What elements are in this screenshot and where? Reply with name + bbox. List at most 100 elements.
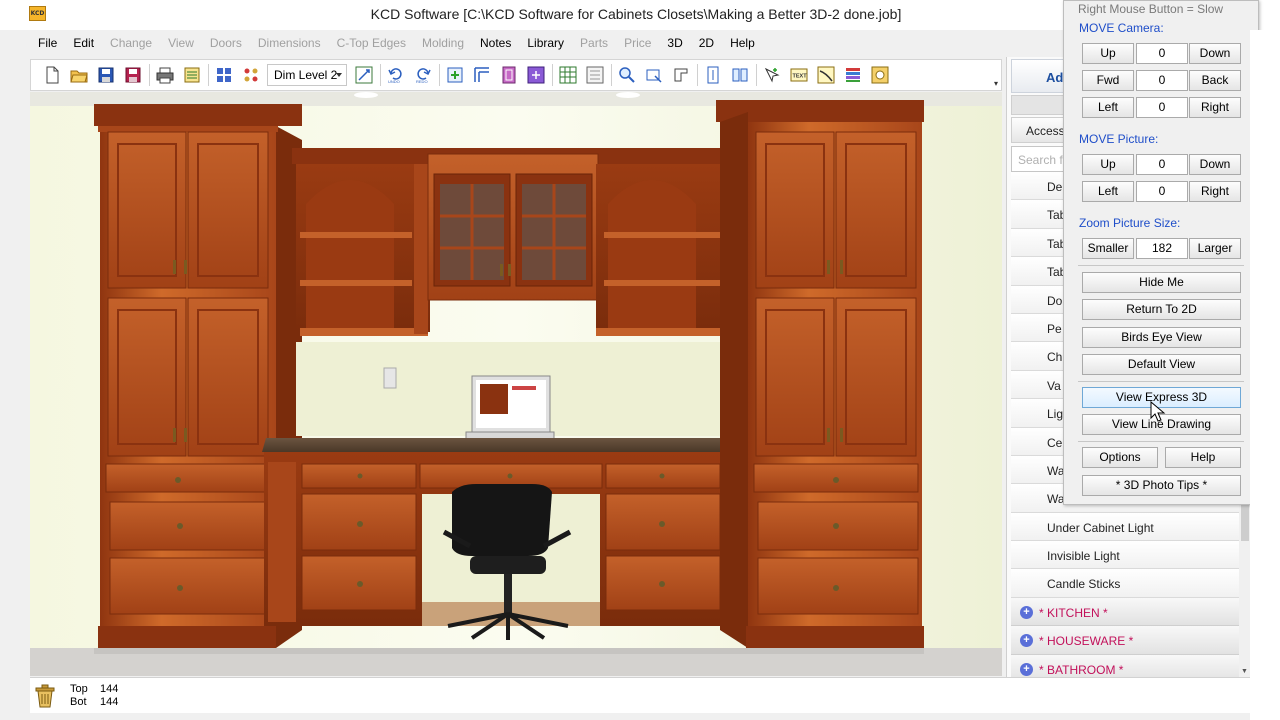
camera-up-input[interactable]: 0 [1136, 43, 1188, 64]
list-item-invisible-light[interactable]: Invisible Light [1011, 541, 1239, 570]
text-tool-icon[interactable]: TEXT [788, 64, 810, 86]
save-icon[interactable] [95, 64, 117, 86]
undo-icon[interactable]: UNDO [385, 64, 407, 86]
panel-divider [1078, 441, 1244, 442]
category-houseware[interactable]: + * HOUSEWARE * [1011, 626, 1239, 655]
library-tab-label: Access [1026, 124, 1065, 138]
list-item-label: Va [1047, 378, 1061, 393]
picture-left-input[interactable]: 0 [1136, 181, 1188, 202]
list-item-label: Pe [1047, 321, 1062, 336]
default-view-button[interactable]: Default View [1082, 354, 1241, 375]
dim-level-value: Dim Level 2 [274, 68, 338, 82]
zoom-smaller-button[interactable]: Smaller [1082, 238, 1134, 259]
menu-library[interactable]: Library [519, 33, 572, 55]
menu-view[interactable]: View [160, 33, 202, 55]
category-kitchen[interactable]: + * KITCHEN * [1011, 597, 1239, 627]
print-icon[interactable] [154, 64, 176, 86]
camera-up-button[interactable]: Up [1082, 43, 1134, 64]
list-item-label: De [1047, 180, 1063, 194]
return-to-2d-button[interactable]: Return To 2D [1082, 299, 1241, 320]
3d-viewport[interactable] [30, 92, 1002, 676]
camera-left-button[interactable]: Left [1082, 97, 1134, 118]
cutlist-icon[interactable] [584, 64, 606, 86]
menu-help[interactable]: Help [722, 33, 763, 55]
menu-dimensions[interactable]: Dimensions [250, 33, 329, 55]
camera-right-button[interactable]: Right [1189, 97, 1241, 118]
molding-icon[interactable] [670, 64, 692, 86]
picture-up-input[interactable]: 0 [1136, 154, 1188, 175]
status-bar: Top 144 Bot 144 [30, 677, 1250, 713]
material-icon[interactable] [525, 64, 547, 86]
library-search-placeholder: Search fo [1018, 153, 1070, 167]
picture-left-button[interactable]: Left [1082, 181, 1134, 202]
camera-forward-input[interactable]: 0 [1136, 70, 1188, 91]
spreadsheet-icon[interactable] [557, 64, 579, 86]
list-item-label: Lig [1047, 407, 1064, 422]
zoom-window-icon[interactable] [643, 64, 665, 86]
menu-doors[interactable]: Doors [202, 33, 250, 55]
camera-forward-button[interactable]: Fwd [1082, 70, 1134, 91]
tall-cabinet-icon[interactable] [702, 64, 724, 86]
menu-notes[interactable]: Notes [472, 33, 519, 55]
add-cabinet-icon[interactable] [444, 64, 466, 86]
menu-edit[interactable]: Edit [65, 33, 102, 55]
camera-left-input[interactable]: 0 [1136, 97, 1188, 118]
hide-me-button[interactable]: Hide Me [1082, 272, 1241, 293]
picture-down-button[interactable]: Down [1189, 154, 1241, 175]
catalog-icon[interactable] [729, 64, 751, 86]
render-settings-icon[interactable] [869, 64, 891, 86]
list-item-label: Ch [1047, 350, 1063, 365]
zoom-larger-button[interactable]: Larger [1189, 238, 1241, 259]
list-item-label: Under Cabinet Light [1047, 520, 1154, 535]
color-palette-icon[interactable] [842, 64, 864, 86]
move-picture-label: MOVE Picture: [1079, 132, 1159, 146]
select-arrow-icon[interactable] [761, 64, 783, 86]
list-item-candle-sticks[interactable]: Candle Sticks [1011, 569, 1239, 598]
camera-back-button[interactable]: Back [1189, 70, 1241, 91]
window-edge [1250, 30, 1280, 720]
panel-divider [1078, 381, 1244, 382]
report-icon[interactable] [181, 64, 203, 86]
trash-icon[interactable] [33, 683, 57, 709]
scroll-down-icon[interactable]: ▼ [1241, 668, 1248, 675]
main-toolbar: Dim Level 2 UNDO REDO TEXT ▾ [30, 59, 1002, 91]
grid-select-icon[interactable] [213, 64, 235, 86]
save-as-icon[interactable] [122, 64, 144, 86]
toolbar-overflow-icon[interactable]: ▾ [994, 79, 998, 88]
menu-2d[interactable]: 2D [691, 33, 722, 55]
birds-eye-view-button[interactable]: Birds Eye View [1082, 327, 1241, 348]
menu-change[interactable]: Change [102, 33, 160, 55]
help-button[interactable]: Help [1165, 447, 1241, 468]
bot-label: Bot [70, 696, 87, 708]
dimension-tool-icon[interactable] [353, 64, 375, 86]
camera-hint-text: Right Mouse Button = Slow [1078, 2, 1224, 16]
top-value: 144 [100, 683, 119, 695]
picture-right-button[interactable]: Right [1189, 181, 1241, 202]
scrollbar-thumb[interactable] [1241, 505, 1249, 541]
menu-c-top-edges[interactable]: C-Top Edges [329, 33, 414, 55]
toolbar-divider [611, 64, 612, 86]
wall-layout-icon[interactable] [471, 64, 493, 86]
picture-up-button[interactable]: Up [1082, 154, 1134, 175]
menu-3d[interactable]: 3D [659, 33, 690, 55]
redo-icon[interactable]: REDO [412, 64, 434, 86]
zoom-in-icon[interactable] [616, 64, 638, 86]
zoom-size-input[interactable]: 182 [1136, 238, 1188, 259]
new-file-icon[interactable] [41, 64, 63, 86]
open-folder-icon[interactable] [68, 64, 90, 86]
bot-value: 144 [100, 696, 119, 708]
line-tool-icon[interactable] [815, 64, 837, 86]
3d-photo-tips-button[interactable]: * 3D Photo Tips * [1082, 475, 1241, 496]
list-item-under-cabinet-light[interactable]: Under Cabinet Light [1011, 512, 1239, 542]
menu-file[interactable]: File [30, 33, 65, 55]
camera-down-button[interactable]: Down [1189, 43, 1241, 64]
toolbar-divider [552, 64, 553, 86]
options-button[interactable]: Options [1082, 447, 1158, 468]
snap-points-icon[interactable] [240, 64, 262, 86]
dim-level-select[interactable]: Dim Level 2 [267, 64, 347, 86]
chevron-down-icon [336, 73, 342, 77]
menu-parts[interactable]: Parts [572, 33, 616, 55]
door-style-icon[interactable] [498, 64, 520, 86]
menu-price[interactable]: Price [616, 33, 659, 55]
menu-molding[interactable]: Molding [414, 33, 472, 55]
